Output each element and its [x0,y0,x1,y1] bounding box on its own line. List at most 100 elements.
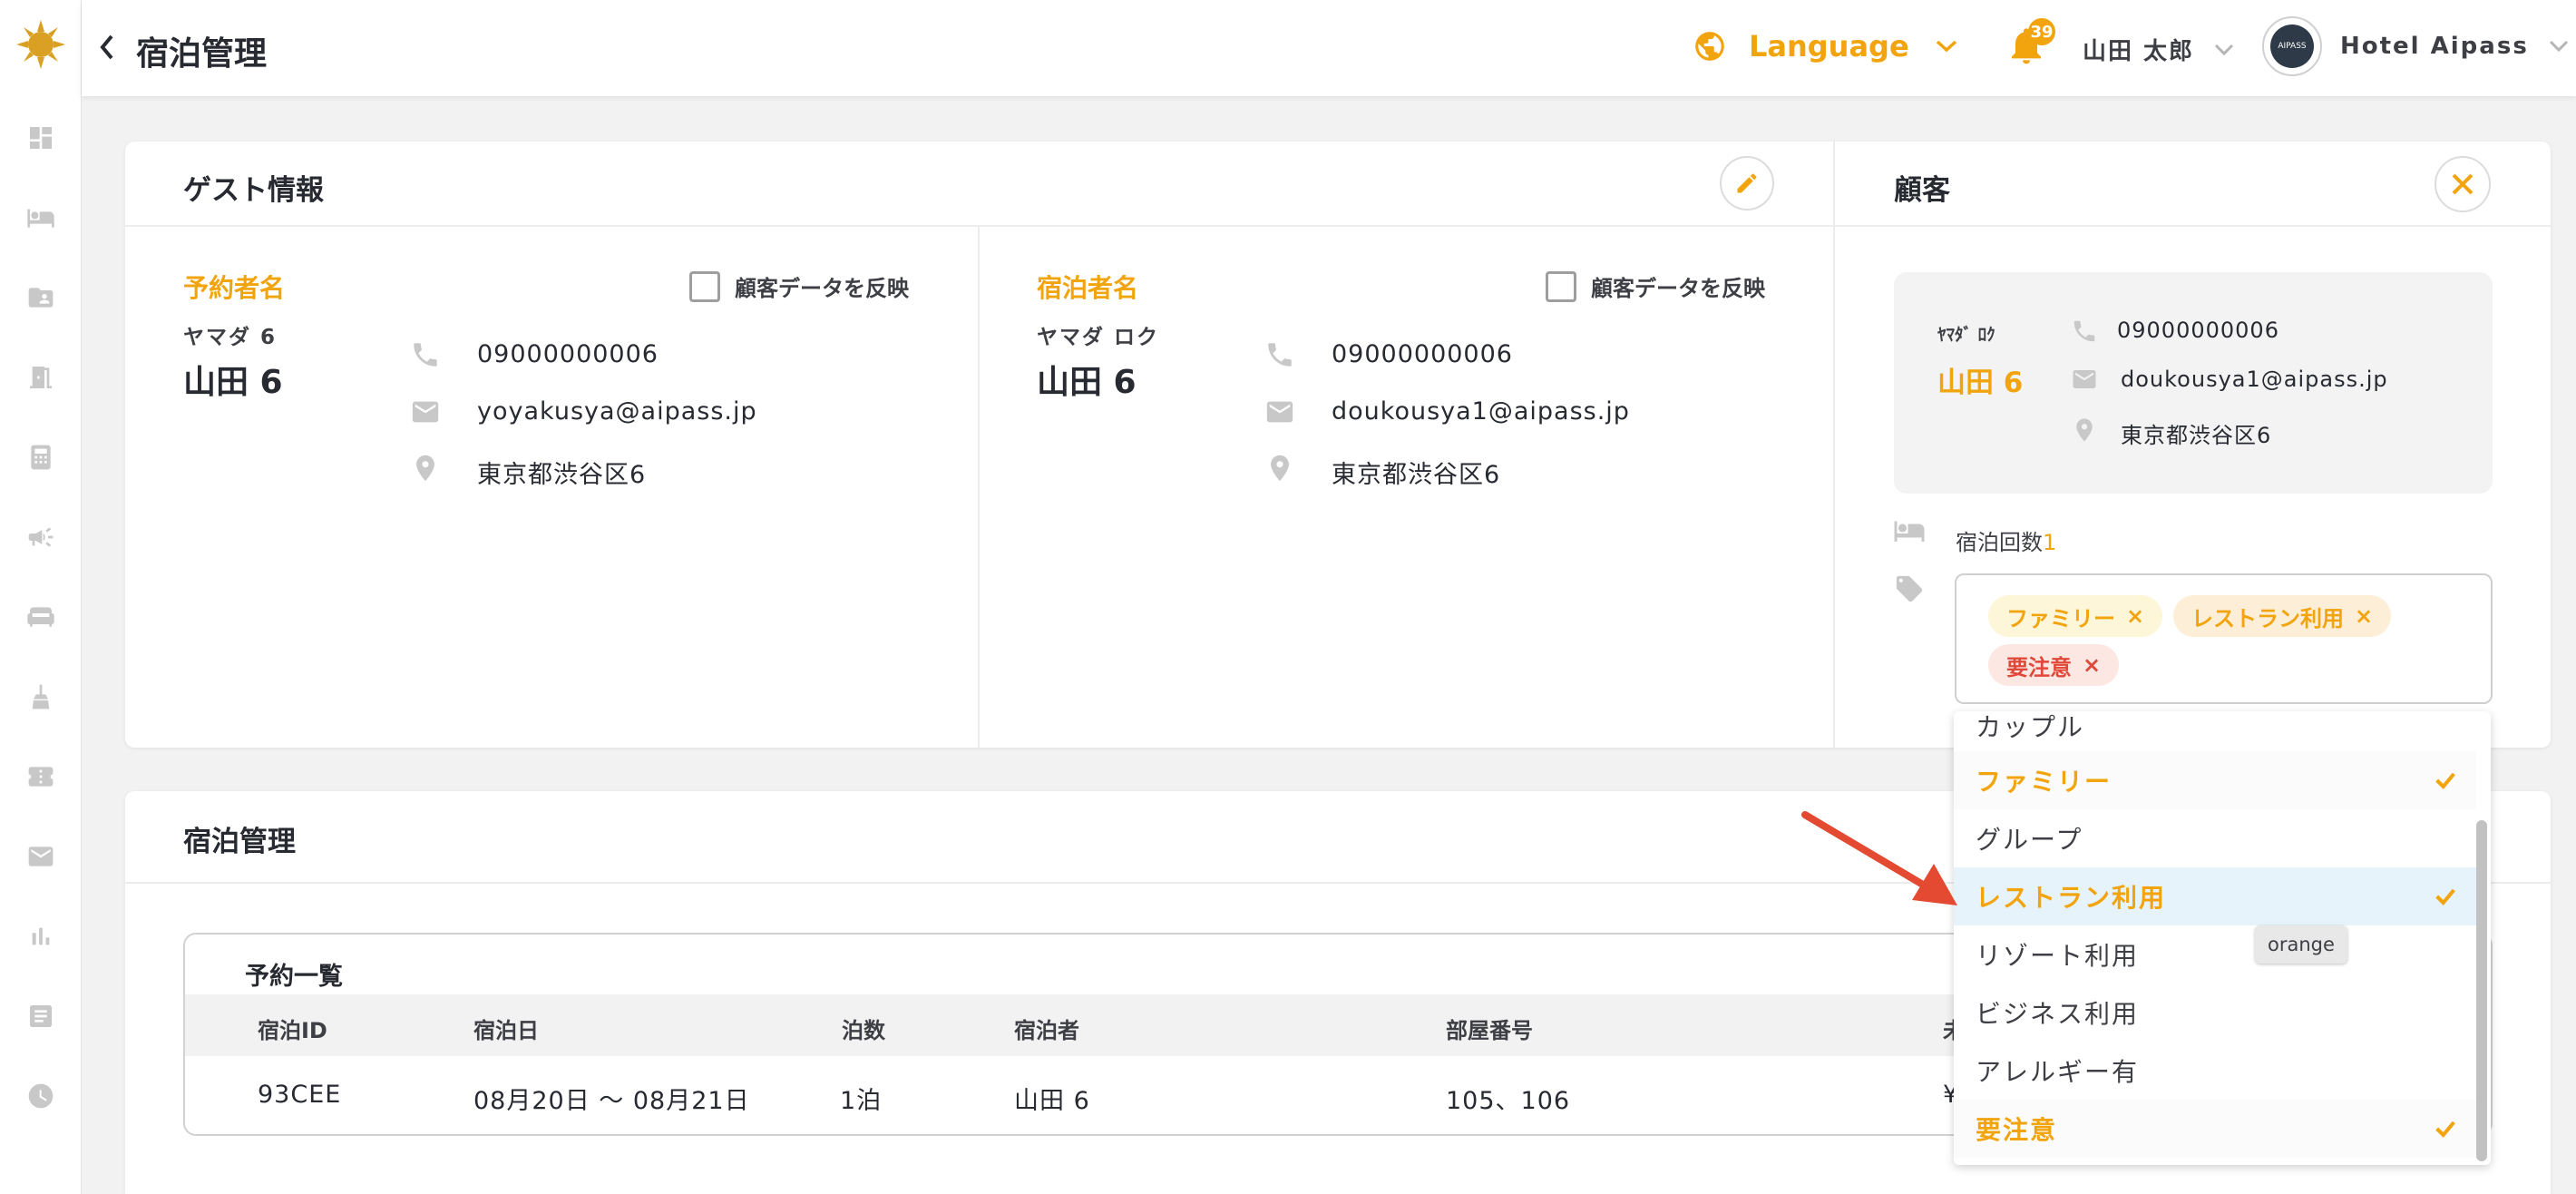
clock-icon[interactable] [24,1080,57,1112]
tag-option-allergy[interactable]: アレルギー有 [1954,1042,2476,1100]
reservation-list-title: 予約一覧 [245,963,343,991]
tag-option-allergy-label: アレルギー有 [1976,1057,2140,1087]
tag-chip-caution[interactable]: 要注意 × [1988,644,2120,686]
guest-location-pin-icon [1271,455,1289,482]
tag-option-business[interactable]: ビジネス利用 [1954,984,2476,1042]
stay-count: 宿泊回数1 [1956,524,2056,556]
email-icon [412,401,439,423]
guest-email-icon [1266,401,1293,423]
door-icon[interactable] [24,361,57,394]
tag-chip-family-remove-icon[interactable]: × [2126,603,2144,629]
booker-name: 山田 6 [183,364,283,401]
customer-phone: 09000000006 [2117,318,2279,343]
phone-icon [414,343,437,367]
column-header-room: 部屋番号 [1446,1018,1533,1043]
location-pin-icon [416,455,434,482]
tag-icon [1896,575,1923,602]
close-icon [2452,173,2474,195]
booker-address: 東京都渋谷区6 [477,461,647,489]
row-guest: 山田 6 [1014,1087,1090,1115]
guest-header-divider [125,225,1834,227]
row-stay-id: 93CEE [258,1081,342,1109]
tag-chip-restaurant-label: レストラン利用 [2191,605,2344,631]
booker-phone: 09000000006 [477,340,659,368]
user-name: 山田 太郎 [2083,38,2195,65]
edit-button[interactable] [1720,156,1774,210]
customer-email-icon [2073,370,2096,388]
row-room: 105、106 [1446,1087,1571,1115]
guest-phone-icon [1268,343,1292,367]
booker-reflect-checkbox[interactable]: 顧客データを反映 [689,270,909,302]
hotel-menu[interactable]: Hotel Aipass [2340,33,2569,60]
page-title: 宿泊管理 [136,35,268,73]
calculator-icon[interactable] [24,441,57,474]
customer-email: doukousya1@aipass.jp [2121,367,2388,392]
pencil-icon [1737,173,1757,193]
customer-kana: ﾔﾏﾀﾞ ﾛｸ [1937,325,1995,345]
bar-chart-icon[interactable] [24,920,57,953]
check-icon [2435,772,2455,790]
user-menu[interactable]: 山田 太郎 [2083,33,2234,66]
bed-icon[interactable] [24,201,57,234]
dropdown-scrollbar[interactable] [2476,820,2487,1161]
user-chevron-down-icon [2215,44,2234,55]
guest-checkbox-box[interactable] [1546,270,1576,302]
column-header-id: 宿泊ID [258,1018,327,1043]
tag-option-caution[interactable]: 要注意 [1954,1100,2476,1158]
article-icon[interactable] [24,1000,57,1033]
booker-email: yoyakusya@aipass.jp [477,397,757,426]
guest-kana: ヤマダ ロク [1037,326,1160,349]
tag-option-business-label: ビジネス利用 [1976,999,2140,1029]
tag-option-group-label: グループ [1976,825,2083,855]
row-stay-date: 08月20日 ～ 08月21日 [473,1087,750,1115]
hotel-chevron-down-icon [2549,40,2568,53]
ticket-icon[interactable] [24,760,57,793]
guest-label: 宿泊者名 [1037,273,1139,303]
tag-dropdown-menu[interactable]: カップル ファミリー グループ レストラン利用 リゾート利用 ビジネス利用 アレ… [1954,711,2491,1165]
folder-user-icon[interactable] [24,281,57,314]
guest-address: 東京都渋谷区6 [1332,461,1501,489]
notification-count-badge: 39 [2028,18,2055,45]
guest-email: doukousya1@aipass.jp [1332,397,1630,426]
back-chevron-icon[interactable] [98,33,116,62]
tag-option-couple-label: カップル [1976,712,2085,742]
tag-option-resort[interactable]: リゾート利用 [1954,925,2476,984]
tag-option-family[interactable]: ファミリー [1954,751,2476,809]
tag-option-group[interactable]: グループ [1954,809,2476,867]
broom-icon[interactable] [24,680,57,713]
language-selector[interactable]: Language [1693,29,1958,64]
dashboard-icon[interactable] [24,122,57,154]
tag-chip-restaurant[interactable]: レストラン利用 × [2173,595,2392,637]
tag-option-caution-label: 要注意 [1976,1115,2058,1145]
mail-icon[interactable] [24,840,57,873]
column-header-date: 宿泊日 [473,1018,539,1043]
booker-kana: ヤマダ 6 [183,326,278,349]
booker-checkbox-box[interactable] [689,270,720,302]
tag-option-couple[interactable]: カップル [1954,711,2476,755]
check-icon [2435,1121,2455,1139]
close-customer-button[interactable] [2435,156,2491,212]
guest-reflect-checkbox[interactable]: 顧客データを反映 [1546,270,1765,302]
guest-phone: 09000000006 [1332,340,1513,368]
tag-option-restaurant[interactable]: レストラン利用 [1954,867,2476,925]
megaphone-icon[interactable] [24,521,57,553]
sun-logo-icon[interactable] [16,20,65,69]
booker-reflect-label: 顧客データを反映 [735,276,909,301]
guest-name: 山田 6 [1037,364,1137,401]
hotel-name: Hotel Aipass [2340,33,2529,60]
guest-reflect-label: 顧客データを反映 [1591,276,1765,301]
tag-chip-family[interactable]: ファミリー × [1988,595,2163,637]
tag-option-family-label: ファミリー [1976,767,2113,797]
hotel-avatar[interactable]: AIPASS [2262,16,2322,76]
check-icon [2435,888,2455,906]
tag-chip-restaurant-remove-icon[interactable]: × [2355,603,2373,629]
globe-icon [1695,32,1724,61]
customer-divider [1833,142,1835,748]
customer-title: 顧客 [1894,174,1950,207]
sofa-icon[interactable] [24,601,57,633]
row-nights: 1泊 [840,1087,883,1115]
tag-chip-caution-remove-icon[interactable]: × [2083,652,2101,678]
customer-phone-icon [2073,320,2095,342]
booker-label: 予約者名 [183,273,286,303]
notification-bell[interactable]: 39 [2008,18,2055,71]
